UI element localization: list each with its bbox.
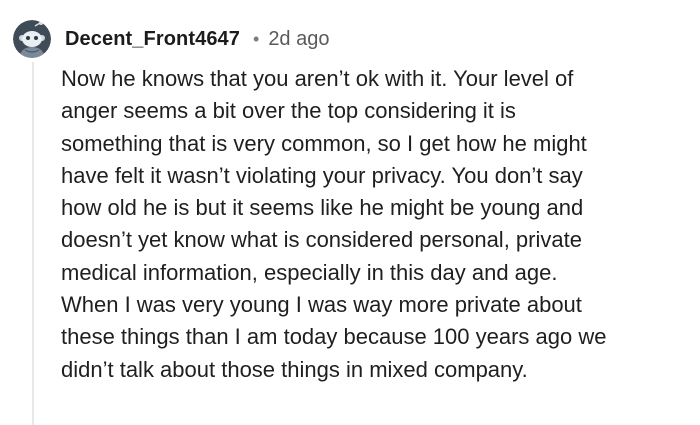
comment-body-line: anger seems a bit over the top consideri…: [61, 98, 516, 124]
comment-body-line: have felt it wasn’t violating your priva…: [61, 162, 583, 188]
comment-body-line: medical information, especially in this …: [61, 259, 558, 285]
reddit-snoo-avatar-icon: [13, 20, 51, 58]
comment-body-line: how old he is but it seems like he might…: [61, 195, 584, 221]
comment-body-line: Now he knows that you aren’t ok with it.…: [61, 66, 574, 91]
avatar[interactable]: [13, 20, 51, 58]
comment-body-line: didn’t talk about those things in mixed …: [61, 356, 528, 382]
timestamp[interactable]: 2d ago: [268, 28, 329, 51]
comment-body-line: something that is very common, so I get …: [61, 130, 587, 156]
comment: Decent_Front4647 • 2d ago Now he knows t…: [0, 0, 700, 425]
comment-body-line: doesn’t yet know what is considered pers…: [61, 227, 582, 253]
comment-body-line: these things than I am today because 100…: [61, 324, 607, 350]
meta-separator: •: [253, 28, 260, 49]
comment-body-line: When I was very young I was way more pri…: [61, 292, 582, 318]
username-link[interactable]: Decent_Front4647: [65, 28, 240, 51]
comment-header: Decent_Front4647 • 2d ago: [65, 24, 329, 54]
thread-line[interactable]: [32, 62, 34, 425]
comment-body: Now he knows that you aren’t ok with it.…: [61, 63, 697, 386]
